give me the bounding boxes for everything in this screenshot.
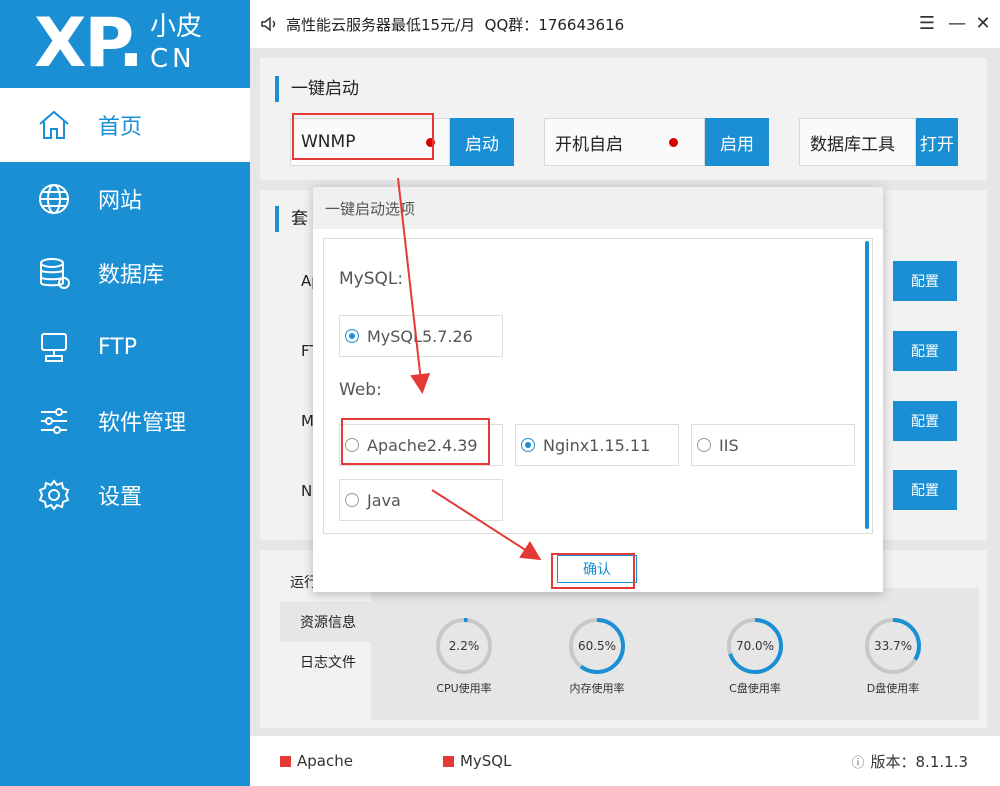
radio-button[interactable] <box>345 329 359 343</box>
enable-button[interactable]: 启用 <box>705 118 769 166</box>
status-dot <box>669 137 678 147</box>
web-option-iis[interactable]: IIS <box>691 424 855 466</box>
app-logo: XP . 小皮 CN <box>0 0 250 88</box>
c-drive-label: C盘使用率 <box>729 682 781 695</box>
sidebar-item-software[interactable]: 软件管理 <box>0 384 250 458</box>
confirm-button[interactable]: 确认 <box>557 555 637 583</box>
web-option-nginx[interactable]: Nginx1.15.11 <box>515 424 679 466</box>
close-button[interactable]: ✕ <box>972 12 994 34</box>
sidebar: XP . 小皮 CN 首页 网站 数据库 FTP 软件管理 设置 <box>0 0 250 786</box>
info-icon: ⓘ <box>851 755 865 771</box>
radio-button[interactable] <box>521 438 535 452</box>
globe-icon <box>34 179 74 219</box>
web-group-label: Web: <box>339 380 382 400</box>
sliders-icon <box>34 401 74 441</box>
version-label: 版本：8.1.1.3 <box>870 752 968 771</box>
option-label: Java <box>367 490 401 510</box>
web-option-apache[interactable]: Apache2.4.39 <box>339 424 503 466</box>
home-icon <box>34 105 74 145</box>
minimize-button[interactable]: — <box>946 12 968 34</box>
gear-icon <box>34 475 74 515</box>
database-icon <box>34 253 74 293</box>
d-drive-label: D盘使用率 <box>866 682 920 695</box>
sidebar-item-label: 网站 <box>98 189 143 214</box>
sidebar-item-ftp[interactable]: FTP <box>0 310 250 384</box>
status-dot <box>426 137 435 147</box>
memory-label: 内存使用率 <box>569 682 625 695</box>
sidebar-item-label: 设置 <box>98 485 143 510</box>
sidebar-item-label: 数据库 <box>98 263 165 288</box>
mysql-status: MySQL <box>442 752 512 770</box>
mysql-group-label: MySQL: <box>339 269 404 289</box>
version-info: ⓘ 版本：8.1.1.3 <box>852 751 969 772</box>
wnmp-label[interactable]: WNMP <box>291 132 426 152</box>
logo-cn-top: 小皮 <box>150 12 203 42</box>
scrollbar[interactable] <box>865 241 869 529</box>
sidebar-item-label: 软件管理 <box>98 411 187 436</box>
cpu-label: CPU使用率 <box>436 682 492 695</box>
config-button[interactable]: 配置 <box>893 401 957 441</box>
radio-button[interactable] <box>345 438 359 452</box>
radio-button[interactable] <box>345 493 359 507</box>
mysql-option[interactable]: MySQL5.7.26 <box>339 315 503 357</box>
logo-cn-bottom: CN <box>150 44 196 74</box>
c-drive-value: 70.0% <box>735 639 775 653</box>
d-drive-value: 33.7% <box>873 639 913 653</box>
section-title-quick-start: 一键启动 <box>275 76 359 102</box>
apache-status-label: Apache <box>297 752 353 770</box>
ad-text[interactable]: 高性能云服务器最低15元/月 QQ群：176643616 <box>286 14 624 35</box>
server-icon <box>34 327 74 367</box>
tab-log-files[interactable]: 日志文件 <box>280 642 380 682</box>
sidebar-item-settings[interactable]: 设置 <box>0 458 250 532</box>
wnmp-status: WNMP <box>290 118 450 166</box>
config-button[interactable]: 配置 <box>893 261 957 301</box>
mysql-status-label: MySQL <box>459 752 512 770</box>
radio-button[interactable] <box>697 438 711 452</box>
memory-value: 60.5% <box>577 639 617 653</box>
apache-status: Apache <box>280 752 353 770</box>
web-option-java[interactable]: Java <box>339 479 503 521</box>
config-button[interactable]: 配置 <box>893 470 957 510</box>
config-button[interactable]: 配置 <box>893 331 957 371</box>
menu-icon[interactable]: ☰ <box>916 12 938 34</box>
status-indicator <box>280 755 291 767</box>
speaker-icon <box>260 15 278 33</box>
sidebar-item-label: 首页 <box>98 115 143 140</box>
status-bar: Apache MySQL ⓘ 版本：8.1.1.3 <box>250 736 1000 786</box>
tab-resource-info[interactable]: 资源信息 <box>280 602 380 642</box>
sidebar-item-website[interactable]: 网站 <box>0 162 250 236</box>
status-indicator <box>442 755 454 767</box>
quick-start-options-dialog: 一键启动选项 MySQL: MySQL5.7.26 Web: Apache2.4… <box>313 187 883 592</box>
option-label: Apache2.4.39 <box>367 435 478 455</box>
titlebar: 高性能云服务器最低15元/月 QQ群：176643616 ☰ — ✕ <box>250 0 1000 48</box>
open-db-tool-button[interactable]: 打开 <box>916 118 958 166</box>
logo-dot: . <box>118 4 144 83</box>
dialog-title: 一键启动选项 <box>313 187 883 229</box>
dialog-body: MySQL: MySQL5.7.26 Web: Apache2.4.39 Ngi… <box>323 238 873 534</box>
section-title-suite: 套 <box>275 206 308 232</box>
cpu-value: 2.2% <box>448 639 480 653</box>
db-tool-box: 数据库工具 <box>799 118 916 166</box>
option-label: Nginx1.15.11 <box>543 435 651 455</box>
autostart-label: 开机自启 <box>555 134 623 155</box>
option-label: IIS <box>719 435 739 455</box>
start-button[interactable]: 启动 <box>450 118 514 166</box>
quick-start-panel: 一键启动 WNMP 启动 开机自启 启用 数据库工具 打开 <box>260 58 987 180</box>
sidebar-item-database[interactable]: 数据库 <box>0 236 250 310</box>
sidebar-item-label: FTP <box>98 334 137 360</box>
autostart-status: 开机自启 <box>544 118 705 166</box>
option-label: MySQL5.7.26 <box>367 326 473 346</box>
db-tool-label: 数据库工具 <box>810 134 895 155</box>
sidebar-item-home[interactable]: 首页 <box>0 88 250 162</box>
